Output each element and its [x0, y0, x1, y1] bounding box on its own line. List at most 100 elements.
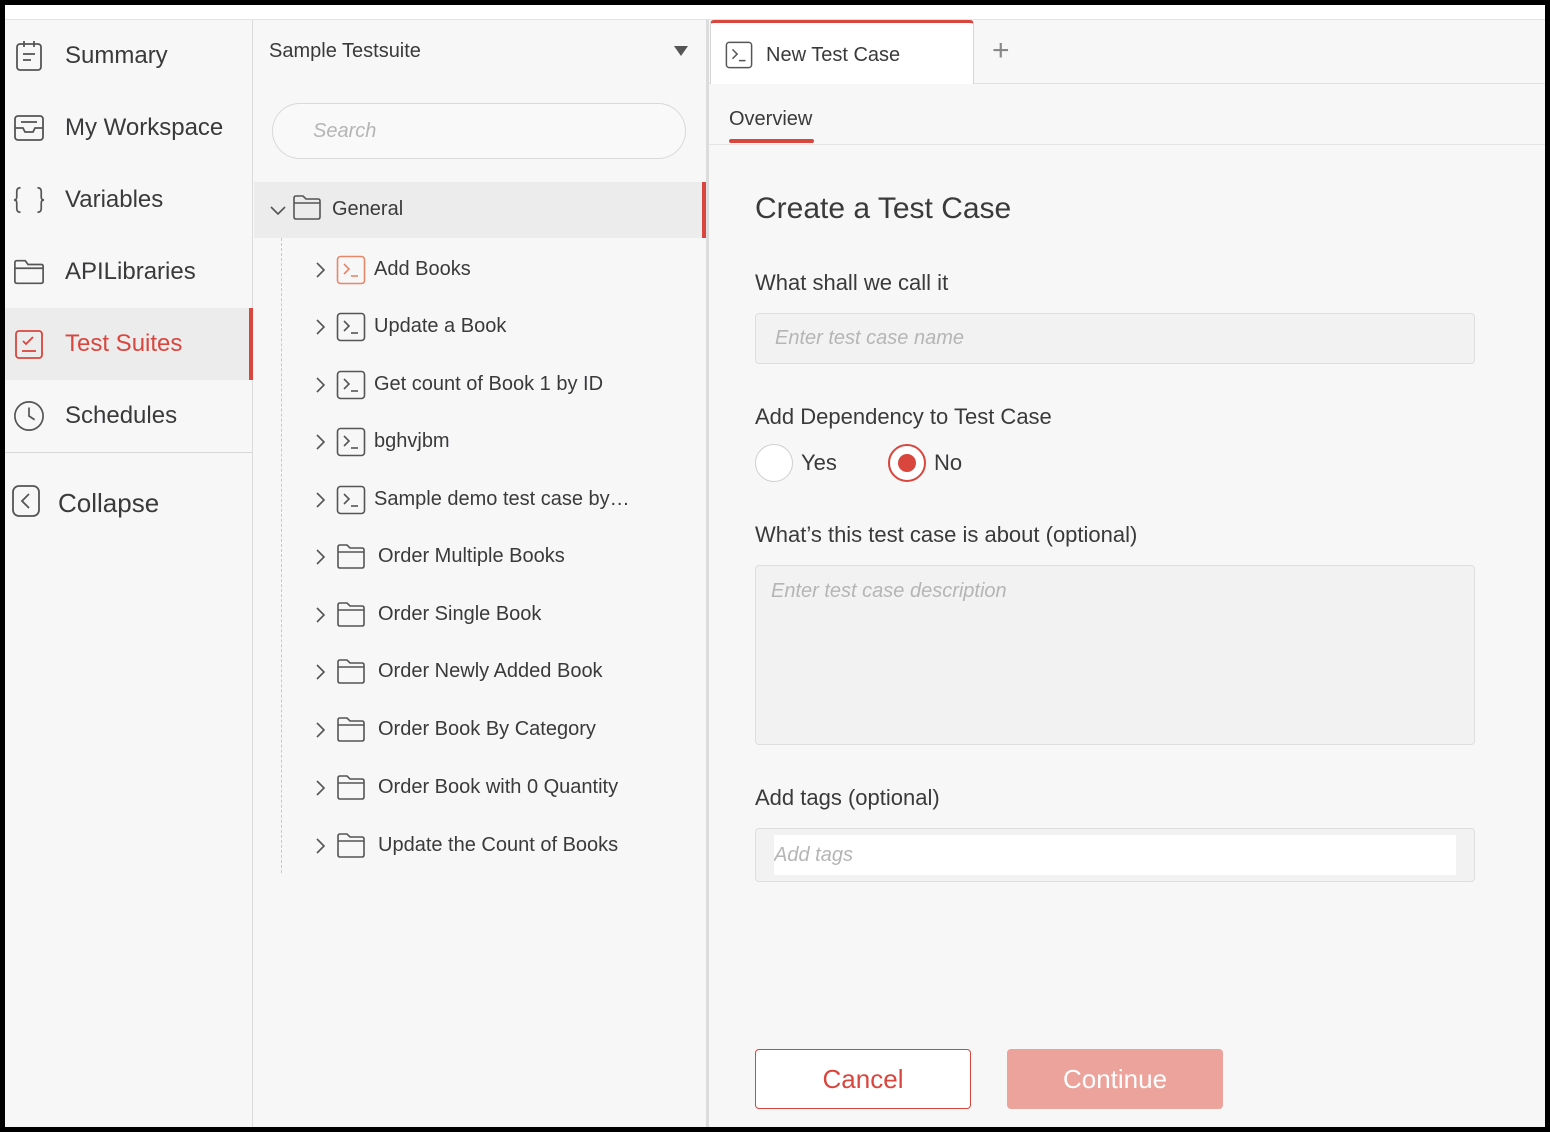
tree-item-label: bghvjbm	[374, 430, 450, 452]
subnav: Overview	[709, 84, 1545, 145]
tree-item-folder[interactable]: Order Book with 0 Quantity	[306, 763, 696, 813]
tags-input[interactable]	[774, 835, 1456, 875]
dependency-yes-radio[interactable]: Yes	[755, 444, 837, 482]
app-window: Summary My Workspace Variables APILibrar…	[5, 5, 1545, 1127]
terminal-icon	[336, 312, 366, 347]
folder-icon	[336, 600, 366, 633]
test-case-editor: New Test Case + Overview Create a Test C…	[706, 20, 1545, 1127]
sidebar-item-label: Schedules	[65, 402, 178, 429]
folder-icon	[336, 542, 366, 575]
sidebar-item-label: My Workspace	[65, 114, 224, 141]
tab-new-test-case[interactable]: New Test Case	[710, 20, 974, 84]
tree-item-label: Order Multiple Books	[378, 545, 565, 567]
cancel-button[interactable]: Cancel	[755, 1049, 971, 1109]
chevron-right-icon[interactable]	[310, 836, 330, 861]
tree-item-testcase[interactable]: Get count of Book 1 by ID	[306, 360, 696, 410]
tags-label: Add tags (optional)	[755, 785, 940, 810]
terminal-icon	[336, 370, 366, 405]
test-case-name-input[interactable]	[755, 313, 1475, 364]
active-tab-indicator	[729, 139, 814, 143]
add-tab-button[interactable]: +	[992, 36, 1010, 66]
curly-braces-icon	[13, 184, 45, 216]
sidebar-item-test-suites[interactable]: Test Suites	[5, 308, 253, 380]
sidebar-divider	[5, 452, 253, 453]
tab-label: New Test Case	[766, 44, 901, 66]
tree-root-label: General	[332, 198, 404, 220]
chevron-right-icon[interactable]	[310, 547, 330, 572]
chevron-right-icon[interactable]	[310, 662, 330, 687]
sidebar-item-label: Test Suites	[65, 330, 183, 357]
chevron-right-icon[interactable]	[310, 605, 330, 630]
tree-item-testcase[interactable]: Sample demo test case by…	[306, 475, 696, 525]
tree-item-label: Order Book By Category	[378, 718, 596, 740]
terminal-icon	[336, 485, 366, 520]
radio-label: No	[934, 450, 963, 475]
collapse-button[interactable]: Collapse	[5, 478, 253, 528]
tree-item-folder[interactable]: Order Single Book	[306, 590, 696, 640]
collapse-label: Collapse	[58, 487, 160, 518]
caret-down-icon	[674, 46, 688, 56]
folder-icon	[13, 256, 45, 288]
tree-item-label: Order Newly Added Book	[378, 660, 603, 682]
tree-item-folder[interactable]: Order Newly Added Book	[306, 647, 696, 697]
tree-item-label: Update the Count of Books	[378, 834, 619, 856]
tree-root-general[interactable]: General	[254, 182, 706, 238]
sidebar-item-label: APILibraries	[65, 258, 196, 285]
tree-item-label: Sample demo test case by…	[374, 488, 630, 510]
sidebar: Summary My Workspace Variables APILibrar…	[5, 20, 253, 1127]
tab-overview[interactable]: Overview	[729, 108, 812, 131]
chevron-right-icon[interactable]	[310, 490, 330, 515]
top-bar	[5, 5, 1545, 20]
tree-item-testcase[interactable]: Add Books	[306, 245, 696, 295]
tree-item-testcase[interactable]: bghvjbm	[306, 417, 696, 467]
folder-icon	[292, 193, 322, 226]
radio-circle[interactable]	[755, 444, 793, 482]
clipboard-icon	[13, 40, 45, 72]
sidebar-item-apilibraries[interactable]: APILibraries	[5, 236, 253, 308]
sidebar-item-label: Summary	[65, 42, 168, 69]
dependency-label: Add Dependency to Test Case	[755, 404, 1052, 429]
chevron-right-icon[interactable]	[310, 432, 330, 457]
chevron-right-icon[interactable]	[310, 720, 330, 745]
test-case-description-input[interactable]	[755, 565, 1475, 745]
radio-circle[interactable]	[888, 444, 926, 482]
tab-bar: New Test Case +	[709, 20, 1545, 84]
tree-item-label: Get count of Book 1 by ID	[374, 373, 604, 395]
sidebar-item-label: Variables	[65, 186, 164, 213]
sidebar-item-variables[interactable]: Variables	[5, 164, 253, 236]
tree-item-folder[interactable]: Order Book By Category	[306, 705, 696, 755]
form-title: Create a Test Case	[755, 192, 1012, 225]
tree-item-label: Order Book with 0 Quantity	[378, 776, 619, 798]
folder-icon	[336, 831, 366, 864]
checklist-icon	[13, 328, 45, 360]
terminal-icon	[336, 255, 366, 290]
radio-label: Yes	[801, 450, 837, 475]
search-input[interactable]	[272, 103, 686, 159]
chevron-down-icon[interactable]	[268, 200, 288, 225]
tree-item-folder[interactable]: Update the Count of Books	[306, 821, 696, 871]
tags-field	[755, 828, 1475, 882]
sidebar-item-my-workspace[interactable]: My Workspace	[5, 92, 253, 164]
tree-item-folder[interactable]: Order Multiple Books	[306, 532, 696, 582]
chevron-right-icon[interactable]	[310, 317, 330, 342]
tree-item-label: Add Books	[374, 258, 471, 280]
inbox-tray-icon	[13, 112, 45, 144]
tree-item-label: Order Single Book	[378, 603, 542, 625]
name-label: What shall we call it	[755, 270, 949, 295]
clock-icon	[13, 400, 45, 432]
description-label: What’s this test case is about (optional…	[755, 522, 1138, 547]
folder-icon	[336, 715, 366, 748]
folder-icon	[336, 657, 366, 690]
chevron-right-icon[interactable]	[310, 778, 330, 803]
tree-item-testcase[interactable]: Update a Book	[306, 302, 696, 352]
continue-button[interactable]: Continue	[1007, 1049, 1223, 1109]
dependency-no-radio[interactable]: No	[888, 444, 962, 482]
sidebar-item-summary[interactable]: Summary	[5, 20, 253, 92]
sidebar-item-schedules[interactable]: Schedules	[5, 380, 253, 452]
tree-item-label: Update a Book	[374, 315, 507, 337]
chevron-right-icon[interactable]	[310, 375, 330, 400]
test-suite-dropdown[interactable]: Sample Testsuite	[254, 20, 706, 82]
tree-guide-line	[281, 238, 282, 873]
chevron-left-icon	[11, 484, 41, 523]
chevron-right-icon[interactable]	[310, 260, 330, 285]
